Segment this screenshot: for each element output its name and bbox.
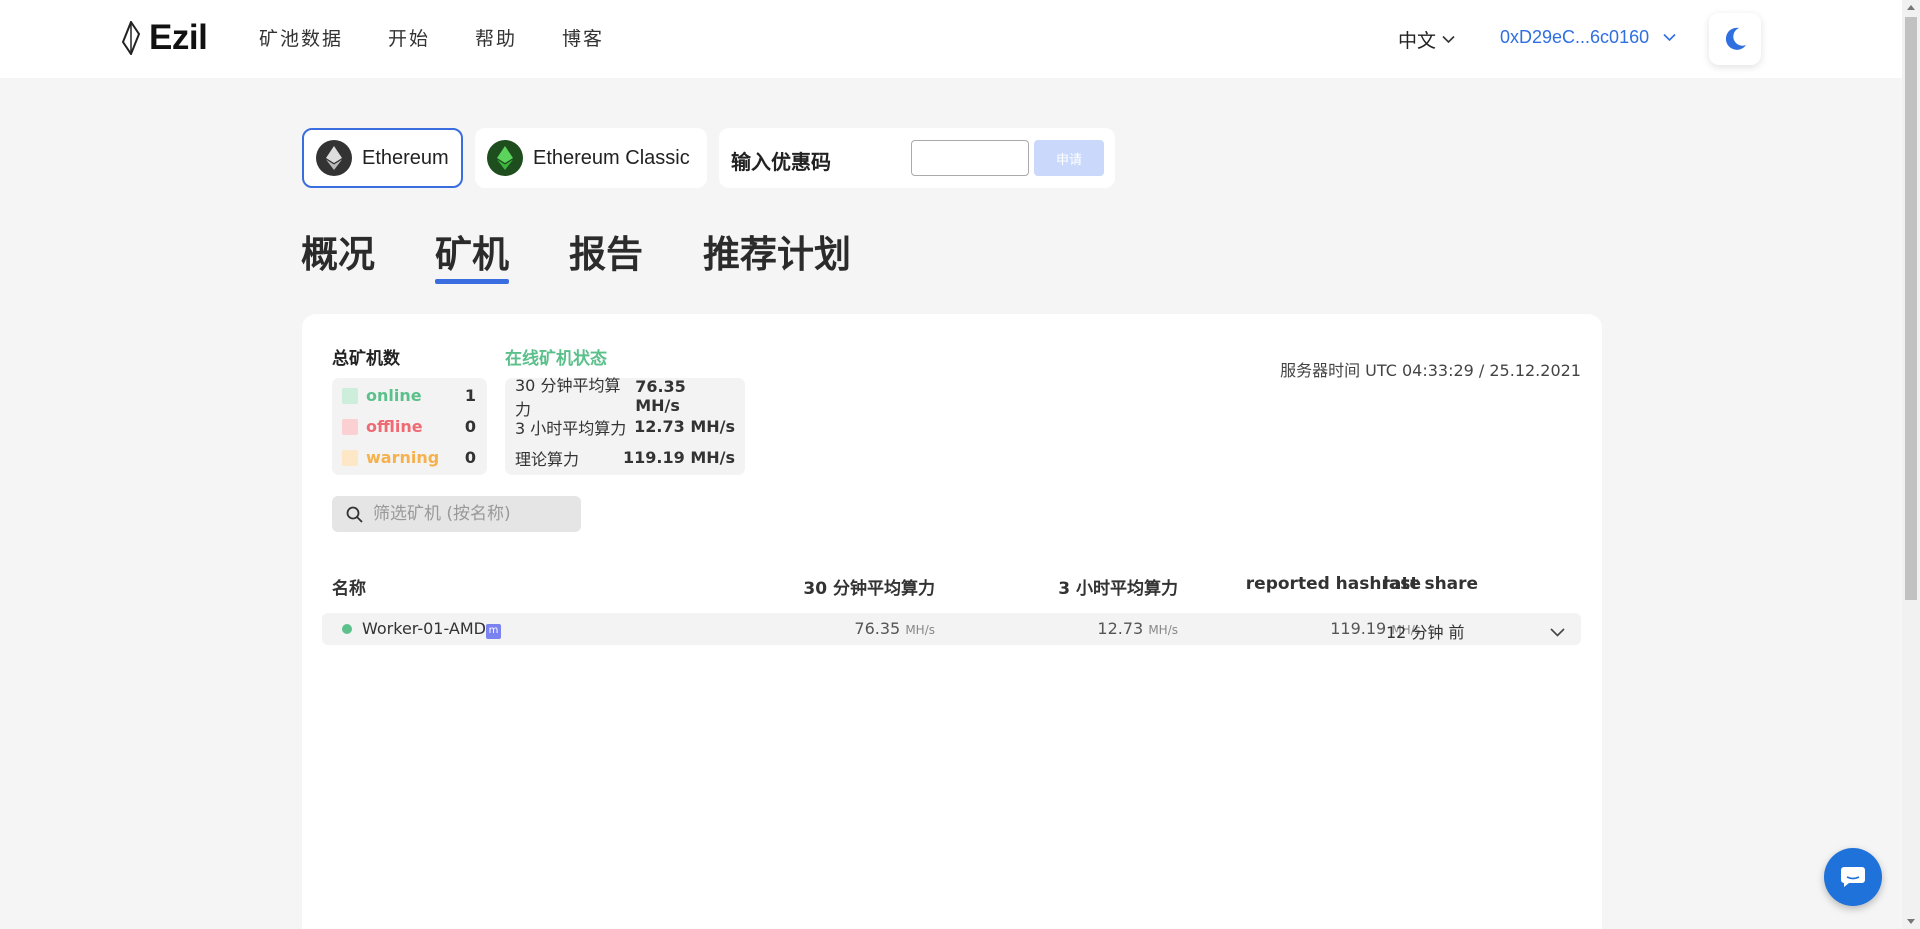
apply-promo-button[interactable]: 申请: [1034, 140, 1104, 176]
logo-text: Ezil: [149, 18, 208, 57]
warning-swatch: [342, 449, 358, 466]
online-status-title: 在线矿机状态: [505, 349, 607, 369]
coin-label: Ethereum Classic: [533, 146, 690, 169]
wallet-address: 0xD29eC...6c0160: [1500, 27, 1650, 47]
col-name[interactable]: 名称: [332, 574, 366, 599]
worker-search-input[interactable]: [373, 504, 573, 524]
dashboard-tabs: 概况 矿机 报告 推荐计划: [301, 224, 911, 284]
total-offline-row: offline 0: [332, 411, 487, 442]
warning-count: 0: [464, 448, 476, 467]
chat-bubble-icon: [1841, 867, 1865, 887]
offline-swatch: [342, 418, 358, 435]
chevron-down-icon: [1663, 33, 1676, 42]
status-value: 12.73 MH/s: [634, 417, 735, 436]
online-status-dot: [342, 624, 352, 634]
worker-search: [332, 496, 581, 532]
chat-support-button[interactable]: [1824, 848, 1882, 906]
col-avg3h[interactable]: 3 小时平均算力: [1058, 574, 1178, 599]
miner-badge: m: [485, 624, 501, 639]
promo-label: 输入优惠码: [731, 150, 831, 174]
online-label: online: [366, 386, 422, 405]
coin-tab-ethereum-classic[interactable]: Ethereum Classic: [475, 128, 707, 188]
unit: MH/s: [1148, 623, 1178, 637]
status-row-avg3h: 3 小时平均算力 12.73 MH/s: [515, 411, 735, 442]
chevron-down-icon: [1442, 35, 1455, 44]
nav-pool-stats[interactable]: 矿池数据: [259, 24, 343, 51]
total-workers-title: 总矿机数: [332, 349, 400, 369]
server-time: 服务器时间 UTC 04:33:29 / 25.12.2021: [1280, 361, 1581, 380]
chevron-down-icon: [1550, 628, 1565, 637]
ezil-logo[interactable]: Ezil: [121, 18, 208, 58]
unit: MH/s: [905, 623, 935, 637]
coin-label: Ethereum: [362, 146, 449, 169]
ezil-logo-icon: [121, 21, 141, 55]
status-value: 76.35 MH/s: [635, 376, 686, 415]
status-value: 119.19 MH/s: [623, 448, 735, 467]
status-row-theoretical: 理论算力 119.19 MH/s: [515, 442, 735, 473]
page-scrollbar[interactable]: [1902, 0, 1920, 929]
tab-workers[interactable]: 矿机: [435, 224, 509, 284]
tab-referral[interactable]: 推荐计划: [703, 224, 851, 282]
main-nav: 矿池数据 开始 帮助 博客: [259, 24, 649, 51]
wallet-selector[interactable]: 0xD29eC...6c0160: [1500, 27, 1676, 48]
moon-icon: [1725, 27, 1746, 50]
coin-tab-ethereum[interactable]: Ethereum: [302, 128, 463, 188]
nav-help[interactable]: 帮助: [475, 24, 517, 51]
language-selector[interactable]: 中文: [1398, 26, 1455, 53]
nav-start[interactable]: 开始: [388, 24, 430, 51]
search-icon: [346, 506, 363, 523]
tab-overview[interactable]: 概况: [301, 224, 375, 282]
col-avg30[interactable]: 30 分钟平均算力: [803, 574, 935, 599]
avg3h-value: 12.73: [1097, 619, 1144, 638]
offline-label: offline: [366, 417, 423, 436]
total-online-row: online 1: [332, 380, 487, 411]
workers-table-header: 名称 30 分钟平均算力 3 小时平均算力 reported hashrate …: [322, 570, 1581, 600]
theme-toggle-button[interactable]: [1709, 13, 1761, 65]
promo-code-panel: 输入优惠码 申请: [719, 128, 1115, 188]
nav-blog[interactable]: 博客: [562, 24, 604, 51]
worker-totals: online 1 offline 0 warning 0: [332, 378, 487, 475]
worker-name: Worker-01-AMD: [362, 619, 486, 638]
scroll-up-arrow[interactable]: [1907, 5, 1915, 10]
last-share-cell: 12 分钟 前: [1386, 623, 1465, 642]
online-count: 1: [464, 386, 476, 405]
avg3h-cell: 12.73 MH/s: [1097, 619, 1178, 638]
worker-name-cell: Worker-01-AMD m: [362, 619, 501, 639]
workers-card: 总矿机数 在线矿机状态 服务器时间 UTC 04:33:29 / 25.12.2…: [302, 314, 1602, 929]
ethereum-icon: [316, 140, 352, 176]
promo-code-input[interactable]: [911, 140, 1029, 176]
ethereum-classic-icon: [487, 140, 523, 176]
status-label: 理论算力: [515, 449, 580, 469]
top-navbar: Ezil 矿池数据 开始 帮助 博客 中文 0xD29eC...6c0160: [0, 0, 1902, 78]
total-warning-row: warning 0: [332, 442, 487, 473]
table-row[interactable]: Worker-01-AMD m 76.35 MH/s 12.73 MH/s 119…: [322, 613, 1581, 645]
hashrate-status: 30 分钟平均算力 76.35 MH/s 3 小时平均算力 12.73 MH/s…: [505, 376, 745, 475]
col-last-share[interactable]: last share: [1383, 574, 1478, 594]
reported-value: 119.19: [1330, 619, 1387, 638]
scroll-down-arrow[interactable]: [1907, 919, 1915, 924]
status-row-avg30: 30 分钟平均算力 76.35 MH/s: [515, 376, 735, 419]
status-label: 3 小时平均算力: [515, 418, 627, 438]
online-swatch: [342, 387, 358, 404]
tab-reports[interactable]: 报告: [569, 224, 643, 282]
offline-count: 0: [464, 417, 476, 436]
warning-label: warning: [366, 448, 440, 467]
avg30-cell: 76.35 MH/s: [854, 619, 935, 638]
scroll-thumb[interactable]: [1905, 17, 1917, 600]
avg30-value: 76.35: [854, 619, 901, 638]
expand-row-button[interactable]: [1550, 622, 1565, 641]
language-label: 中文: [1398, 30, 1437, 52]
